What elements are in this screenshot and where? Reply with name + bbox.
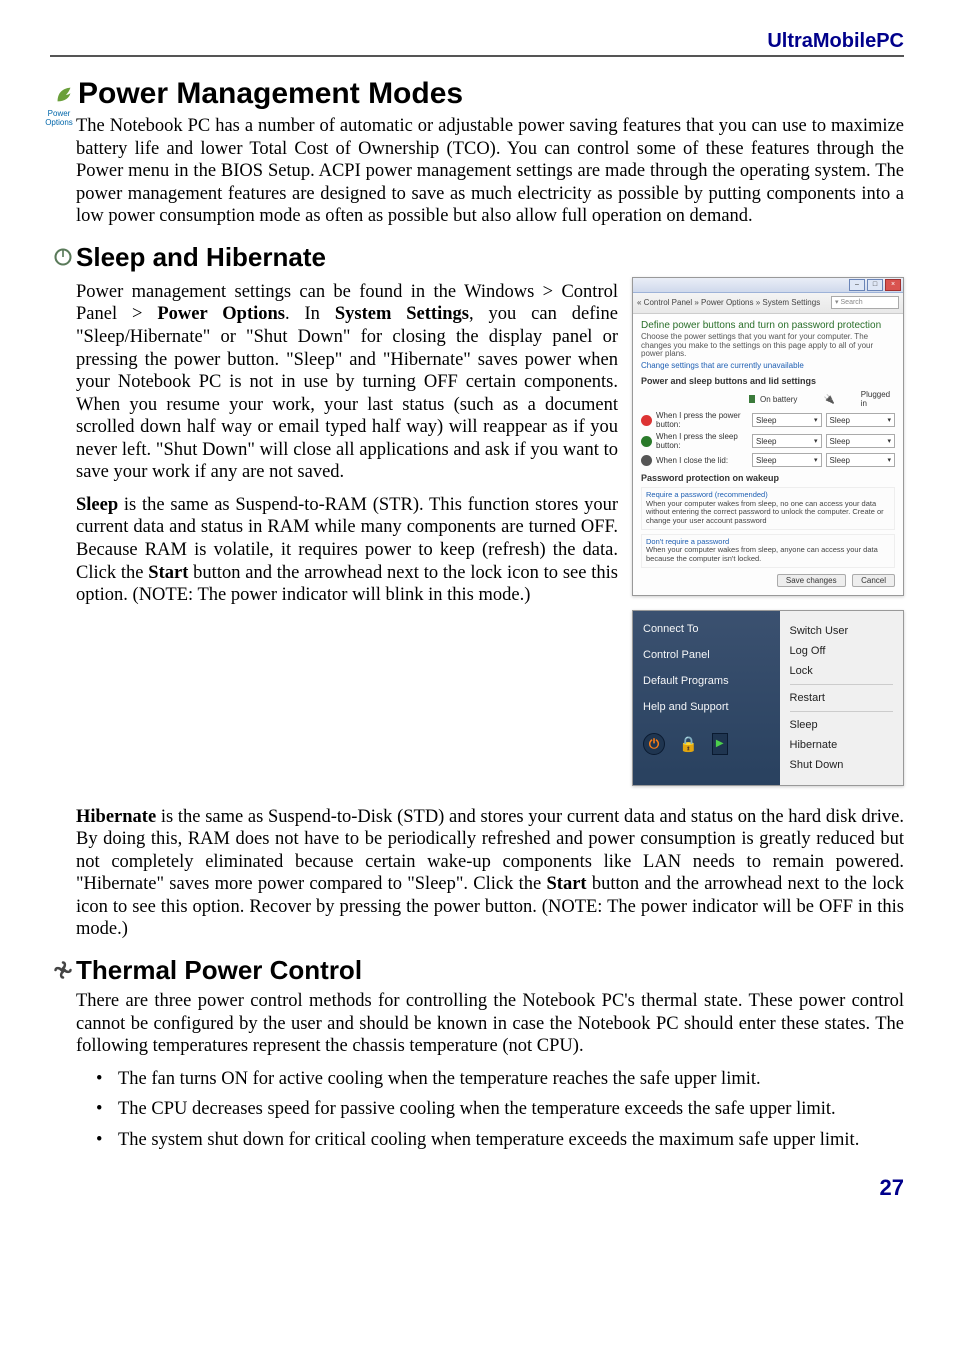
leaf-icon	[50, 83, 78, 105]
select-lid-plugged[interactable]: Sleep	[826, 453, 896, 467]
close-icon[interactable]: ×	[885, 279, 901, 291]
fan-icon	[50, 960, 76, 980]
arrow-icon[interactable]: ▶	[712, 733, 728, 755]
sh-p2: Sleep is the same as Suspend-to-RAM (STR…	[76, 494, 618, 607]
row-power-button: When I press the power button: Sleep Sle…	[641, 411, 895, 429]
breadcrumb: « Control Panel » Power Options » System…	[633, 293, 903, 314]
opt-lock[interactable]: Lock	[790, 661, 894, 681]
select-sleep-plugged[interactable]: Sleep	[826, 434, 896, 448]
menu-connect-to[interactable]: Connect To	[643, 623, 770, 635]
dialog-title: Define power buttons and turn on passwor…	[641, 320, 895, 331]
opt-no-password[interactable]: Don't require a password When your compu…	[641, 534, 895, 568]
row-close-lid: When I close the lid: Sleep Sleep	[641, 453, 895, 467]
row-sleep-button: When I press the sleep button: Sleep Sle…	[641, 432, 895, 450]
menu-help-support[interactable]: Help and Support	[643, 701, 770, 713]
search-input[interactable]: ▾Search	[831, 296, 899, 309]
select-sleep-battery[interactable]: Sleep	[752, 434, 822, 448]
lock-icon[interactable]: 🔒	[679, 735, 698, 753]
change-settings-link[interactable]: Change settings that are currently unava…	[641, 361, 895, 370]
header-brand: UltraMobilePC	[50, 30, 904, 57]
opt-hibernate[interactable]: Hibernate	[790, 735, 894, 755]
sh-p1: Power management settings can be found i…	[76, 281, 618, 484]
menu-default-programs[interactable]: Default Programs	[643, 675, 770, 687]
page-number: 27	[50, 1175, 904, 1201]
minimize-icon[interactable]: –	[849, 279, 865, 291]
screenshot-system-settings: – □ × « Control Panel » Power Options » …	[632, 277, 904, 596]
select-power-plugged[interactable]: Sleep	[826, 413, 896, 427]
power-icon	[50, 247, 76, 267]
opt-require-password[interactable]: Require a password (recommended) When yo…	[641, 487, 895, 530]
heading-sleep-hibernate: Sleep and Hibernate	[50, 242, 904, 273]
lid-icon	[641, 455, 652, 466]
power-button-icon	[641, 415, 652, 426]
screenshot-start-menu: Connect To Control Panel Default Program…	[632, 610, 904, 786]
thermal-intro: There are three power control methods fo…	[76, 990, 904, 1058]
select-lid-battery[interactable]: Sleep	[752, 453, 822, 467]
pm-body: The Notebook PC has a number of automati…	[76, 115, 904, 228]
heading-thermal: Thermal Power Control	[50, 955, 904, 986]
save-button[interactable]: Save changes	[777, 574, 846, 587]
heading-power-management: Power Management Modes	[50, 77, 904, 111]
sh-p3: Hibernate is the same as Suspend-to-Disk…	[76, 806, 904, 941]
menu-control-panel[interactable]: Control Panel	[643, 649, 770, 661]
maximize-icon[interactable]: □	[867, 279, 883, 291]
window-titlebar: – □ ×	[633, 278, 903, 293]
thermal-bullets: The fan turns ON for active cooling when…	[96, 1068, 904, 1152]
sleep-button-icon	[641, 436, 652, 447]
select-power-battery[interactable]: Sleep	[752, 413, 822, 427]
opt-sleep[interactable]: Sleep	[790, 715, 894, 735]
opt-shut-down[interactable]: Shut Down	[790, 755, 894, 775]
power-orb-icon[interactable]: ⏻	[643, 733, 665, 755]
opt-restart[interactable]: Restart	[790, 688, 894, 708]
power-options-icon-label: Power Options	[38, 109, 80, 127]
opt-switch-user[interactable]: Switch User	[790, 621, 894, 641]
cancel-button[interactable]: Cancel	[852, 574, 895, 587]
opt-log-off[interactable]: Log Off	[790, 641, 894, 661]
